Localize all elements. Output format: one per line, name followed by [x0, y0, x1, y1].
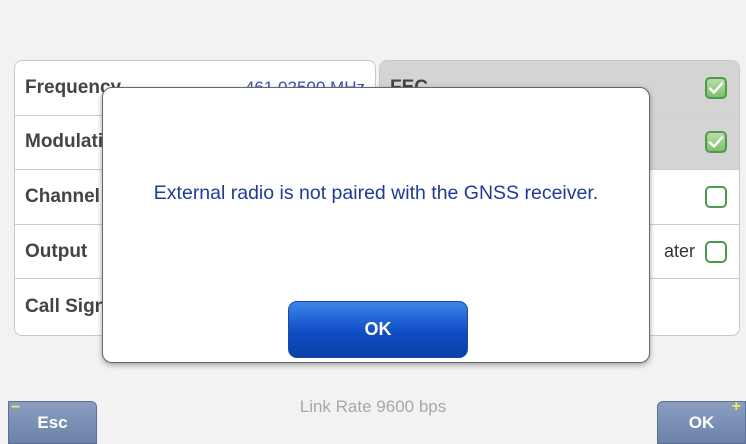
esc-label: Esc	[37, 412, 68, 432]
row-label: Output	[25, 240, 88, 262]
dialog-ok-button[interactable]: OK	[288, 301, 468, 358]
check-icon	[708, 136, 724, 149]
row-label: ater	[663, 241, 695, 262]
option-3-checkbox[interactable]	[705, 185, 727, 208]
ok-label: OK	[688, 412, 715, 432]
repeater-checkbox[interactable]	[705, 240, 727, 263]
esc-button[interactable]: − Esc	[8, 399, 97, 444]
link-rate-status: Link Rate 9600 bps	[299, 397, 447, 416]
fec-checkbox[interactable]	[705, 76, 727, 99]
plus-icon: +	[731, 398, 741, 415]
minus-icon: −	[11, 399, 21, 416]
option-2-checkbox[interactable]	[705, 131, 727, 154]
dialog-message: External radio is not paired with the GN…	[153, 182, 599, 204]
alert-dialog: External radio is not paired with the GN…	[102, 87, 650, 363]
row-label: Channel	[25, 185, 100, 207]
check-icon	[708, 82, 724, 94]
row-label: Call Sign	[25, 295, 107, 317]
ok-button[interactable]: OK +	[657, 398, 746, 444]
